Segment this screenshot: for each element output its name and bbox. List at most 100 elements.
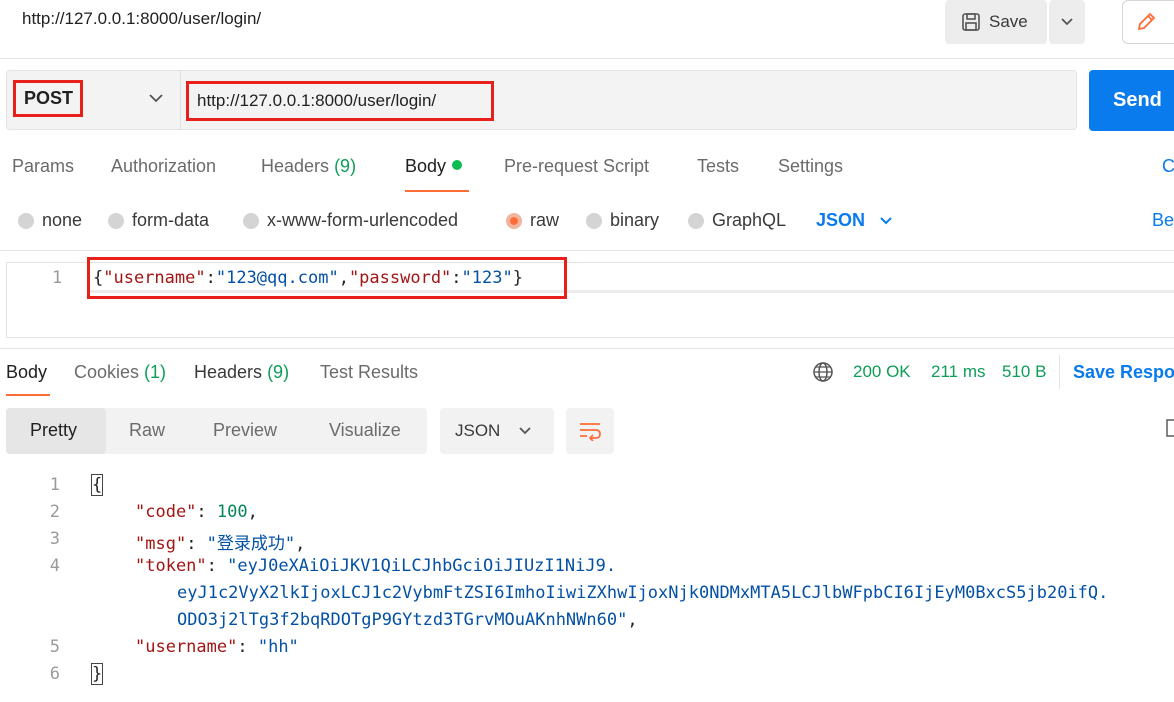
tab-settings[interactable]: Settings	[778, 156, 843, 177]
tab-label: Cookies	[74, 362, 140, 382]
line-number: 1	[49, 475, 60, 495]
tab-headers[interactable]: Headers (9)	[261, 156, 356, 177]
save-button-label: Save	[989, 12, 1028, 31]
code-line: "token": "eyJ0eXAiOiJKV1QiLCJhbGciOiJIUz…	[135, 556, 617, 576]
view-visualize[interactable]: Visualize	[329, 420, 401, 441]
tab-body[interactable]: Body	[405, 156, 463, 177]
view-pretty[interactable]: Pretty	[30, 420, 77, 441]
json-key: "username"	[135, 637, 238, 657]
json-key: "token"	[135, 556, 207, 576]
tab-authorization[interactable]: Authorization	[111, 156, 216, 177]
code-line-wrapped: ODO3j2lTg3f2bqRDOTgP9GYtzd3TGrvMOuAKnhNW…	[177, 610, 638, 630]
wrap-lines-button[interactable]	[566, 408, 614, 454]
radio-label: raw	[530, 210, 560, 230]
tab-count: (9)	[267, 362, 290, 382]
status-code[interactable]: 200 OK	[853, 362, 911, 382]
radio-label: none	[42, 210, 83, 230]
view-raw[interactable]: Raw	[129, 420, 165, 441]
save-response-button[interactable]: Save Respo	[1073, 362, 1174, 383]
active-tab-indicator	[405, 190, 469, 192]
tab-label: Settings	[778, 156, 844, 176]
response-size[interactable]: 510 B	[1002, 362, 1046, 382]
tab-pre-request-script[interactable]: Pre-request Script	[504, 156, 649, 177]
line-number: 2	[49, 502, 60, 522]
url-input[interactable]: http://127.0.0.1:8000/user/login/	[186, 81, 494, 121]
radio-circle	[586, 212, 602, 229]
tab-count: (9)	[334, 156, 357, 176]
code-line: {	[91, 474, 104, 496]
tab-label: Pre-request Script	[504, 156, 650, 176]
edit-button[interactable]	[1122, 0, 1174, 44]
chevron-down-icon	[880, 216, 892, 224]
line-number: 3	[49, 529, 60, 549]
tab-label: Authorization	[111, 156, 217, 176]
code-line: "username": "hh"	[135, 637, 299, 657]
radio-raw[interactable]: raw	[506, 210, 559, 231]
tab-count: (1)	[144, 362, 167, 382]
response-format-label: JSON	[455, 421, 501, 440]
chevron-down-icon	[519, 427, 531, 435]
radio-none[interactable]: none	[18, 210, 82, 231]
request-bar	[6, 70, 1077, 130]
divider	[180, 71, 181, 129]
response-tab-body[interactable]: Body	[6, 362, 47, 383]
save-button[interactable]: Save	[945, 0, 1047, 44]
wrap-lines-icon	[580, 423, 601, 441]
response-time[interactable]: 211 ms	[931, 362, 986, 382]
code-line: }	[91, 663, 104, 685]
json-number: 100	[216, 502, 248, 522]
body-format-select[interactable]: JSON	[816, 210, 893, 231]
radio-circle	[108, 212, 124, 229]
json-key: "code"	[135, 502, 197, 522]
json-string: "eyJ0eXAiOiJKV1QiLCJhbGciOiJIUzI1NiJ9.	[227, 556, 617, 576]
copy-icon[interactable]	[1166, 418, 1174, 440]
request-title[interactable]: http://127.0.0.1:8000/user/login/	[22, 9, 261, 29]
tab-params[interactable]: Params	[12, 156, 74, 177]
radio-x-www-form-urlencoded[interactable]: x-www-form-urlencoded	[243, 210, 458, 231]
radio-circle	[688, 212, 704, 229]
chevron-down-icon	[1061, 18, 1073, 26]
response-tab-headers[interactable]: Headers (9)	[194, 362, 289, 383]
body-format-label: JSON	[816, 210, 866, 230]
line-number: 4	[49, 556, 60, 576]
send-button[interactable]: Send	[1089, 70, 1174, 131]
json-key: "msg"	[135, 534, 187, 554]
tab-label: Headers	[194, 362, 263, 382]
radio-label: form-data	[132, 210, 210, 230]
chevron-down-icon[interactable]	[148, 92, 164, 104]
tab-tests[interactable]: Tests	[697, 156, 739, 177]
radio-binary[interactable]: binary	[586, 210, 659, 231]
radio-label: GraphQL	[712, 210, 787, 230]
tab-label: Tests	[697, 156, 740, 176]
line-number: 5	[49, 637, 60, 657]
response-tab-test-results[interactable]: Test Results	[320, 362, 418, 383]
radio-graphql[interactable]: GraphQL	[688, 210, 786, 231]
method-select[interactable]: POST	[13, 80, 83, 117]
json-string: "登录成功"	[206, 534, 296, 554]
tab-label: Body	[405, 156, 447, 176]
divider	[0, 250, 1174, 251]
divider	[0, 58, 1174, 59]
save-options-button[interactable]	[1049, 0, 1085, 44]
response-tab-cookies[interactable]: Cookies (1)	[74, 362, 166, 383]
divider	[0, 348, 1174, 349]
view-preview[interactable]: Preview	[213, 420, 277, 441]
radio-form-data[interactable]: form-data	[108, 210, 209, 231]
json-string: "hh"	[257, 637, 299, 657]
json-string: ODO3j2lTg3f2bqRDOTgP9GYtzd3TGrvMOuAKnhNW…	[177, 610, 628, 630]
line-number: 6	[49, 664, 60, 684]
cookies-link[interactable]: C	[1162, 156, 1174, 177]
globe-icon[interactable]	[812, 361, 834, 383]
radio-label: binary	[610, 210, 660, 230]
line-number: 1	[52, 268, 63, 288]
brace: }	[91, 663, 104, 685]
save-icon	[962, 13, 980, 31]
beautify-link[interactable]: Be	[1152, 210, 1174, 231]
response-format-select[interactable]: JSON	[440, 408, 554, 454]
status-dot	[452, 160, 463, 170]
pencil-icon	[1137, 12, 1156, 31]
radio-circle-selected	[506, 212, 522, 229]
radio-circle	[18, 212, 34, 229]
code-line: "code": 100,	[135, 502, 258, 522]
highlight-box	[87, 257, 567, 299]
